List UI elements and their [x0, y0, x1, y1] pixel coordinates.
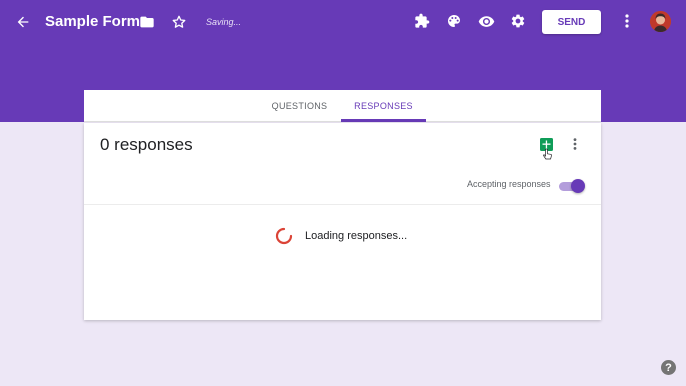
back-arrow-icon[interactable] — [14, 13, 32, 31]
saving-status: Saving... — [206, 17, 242, 27]
responses-card: 0 responses Accepting responses Loading … — [84, 123, 601, 320]
avatar[interactable] — [650, 11, 671, 32]
tab-questions[interactable]: QUESTIONS — [257, 90, 342, 122]
more-vert-icon[interactable] — [620, 12, 634, 30]
tabs-bar: QUESTIONS RESPONSES — [84, 90, 601, 122]
active-tab-indicator — [341, 119, 426, 122]
tab-responses[interactable]: RESPONSES — [341, 90, 426, 122]
help-icon[interactable]: ? — [661, 360, 676, 375]
addon-puzzle-icon[interactable] — [413, 12, 431, 30]
responses-count: 0 responses — [100, 135, 193, 154]
toggle-thumb — [571, 179, 585, 193]
accepting-responses-label: Accepting responses — [467, 179, 551, 189]
accepting-responses-toggle[interactable] — [559, 179, 586, 193]
cursor-pointer-icon — [542, 148, 552, 160]
divider — [84, 204, 601, 205]
loading-text: Loading responses... — [305, 230, 408, 242]
eye-icon[interactable] — [477, 12, 496, 30]
folder-icon[interactable] — [138, 13, 156, 31]
more-options-icon[interactable] — [573, 137, 577, 151]
star-icon[interactable] — [170, 13, 188, 31]
top-app-bar: Sample Form Saving... SEND — [0, 0, 686, 44]
send-button[interactable]: SEND — [542, 10, 601, 34]
gear-icon[interactable] — [509, 12, 527, 30]
form-title[interactable]: Sample Form — [45, 13, 140, 30]
loading-spinner-icon — [275, 227, 293, 245]
palette-icon[interactable] — [445, 12, 463, 30]
